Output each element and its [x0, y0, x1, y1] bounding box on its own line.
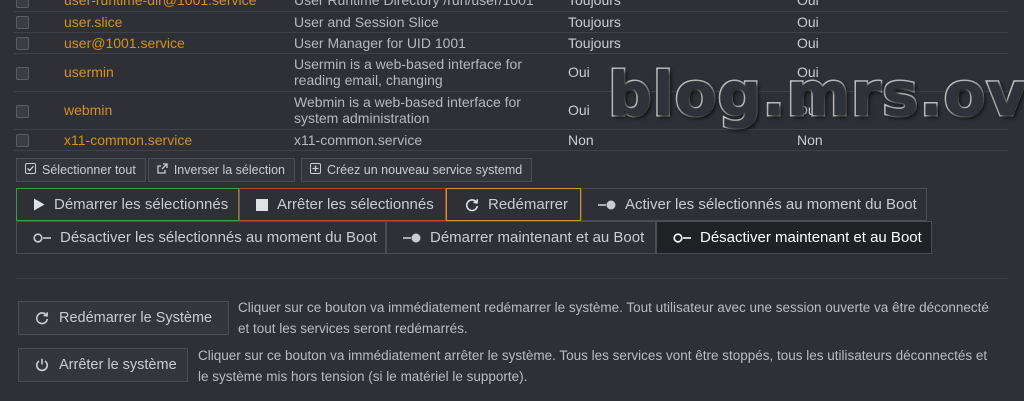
systemd-services-page: user-runtime-dir@1001.service User Runti…: [0, 0, 1024, 401]
table-row: user@1001.service User Manager for UID 1…: [14, 32, 1008, 54]
watermark-text: blog.mrs.ovh: [607, 58, 1024, 131]
start-selected-label: Démarrer les sélectionnés: [54, 196, 229, 213]
start-selected-button[interactable]: Démarrer les sélectionnés: [16, 188, 239, 221]
service-boot-status: Non: [568, 129, 797, 151]
refresh-icon: [465, 198, 479, 212]
shutdown-system-label: Arrêter le système: [59, 357, 177, 373]
check-square-icon: [25, 163, 36, 177]
create-service-label: Créez un nouveau service systemd: [326, 163, 523, 177]
service-boot-status: Toujours: [568, 11, 797, 33]
stop-selected-label: Arrêter les sélectionnés: [277, 196, 434, 213]
toggle-on-icon: [403, 233, 421, 243]
share-square-icon: [157, 163, 168, 177]
shutdown-system-button[interactable]: Arrêter le système: [18, 348, 188, 382]
service-description: x11-common.service: [294, 129, 568, 151]
disable-now-boot-button[interactable]: Désactiver maintenant et au Boot: [656, 221, 932, 254]
enable-boot-label: Activer les sélectionnés au moment du Bo…: [625, 196, 917, 213]
service-boot-status: Toujours: [568, 0, 797, 12]
row-checkbox[interactable]: [16, 134, 29, 148]
stop-icon: [256, 198, 268, 211]
table-row: x11-common.service x11-common.service No…: [14, 129, 1008, 151]
disable-boot-label: Désactiver les sélectionnés au moment du…: [60, 229, 377, 246]
restart-label: Redémarrer: [488, 196, 569, 213]
power-icon: [35, 358, 49, 372]
section-divider: [16, 278, 1008, 279]
service-name-link[interactable]: user-runtime-dir@1001.service: [52, 0, 294, 12]
disable-now-boot-label: Désactiver maintenant et au Boot: [700, 229, 922, 246]
service-running-status: Non: [797, 129, 1008, 151]
select-all-label: Sélectionner tout: [42, 163, 136, 177]
service-boot-status: Toujours: [568, 32, 797, 54]
service-name-link[interactable]: user@1001.service: [52, 32, 294, 54]
service-description: Webmin is a web-based interface for syst…: [294, 91, 568, 130]
start-now-boot-label: Démarrer maintenant et au Boot: [430, 229, 645, 246]
reboot-system-button[interactable]: Redémarrer le Système: [18, 301, 229, 335]
start-now-boot-button[interactable]: Démarrer maintenant et au Boot: [386, 221, 656, 254]
service-description: User Manager for UID 1001: [294, 32, 568, 54]
service-name-link[interactable]: user.slice: [52, 11, 294, 33]
reboot-system-label: Redémarrer le Système: [59, 310, 213, 326]
toggle-off-icon: [33, 232, 51, 243]
service-running-status: Oui: [797, 0, 1008, 12]
restart-button[interactable]: Redémarrer: [446, 188, 581, 221]
disable-boot-button[interactable]: Désactiver les sélectionnés au moment du…: [16, 221, 386, 254]
table-row: user-runtime-dir@1001.service User Runti…: [14, 0, 1008, 12]
invert-selection-label: Inverser la sélection: [173, 163, 285, 177]
service-description: User Runtime Directory /run/user/1001: [294, 0, 568, 12]
service-description: User and Session Slice: [294, 11, 568, 33]
select-all-button[interactable]: Sélectionner tout: [16, 158, 146, 182]
enable-boot-button[interactable]: Activer les sélectionnés au moment du Bo…: [581, 188, 927, 221]
play-icon: [33, 198, 45, 211]
service-name-link[interactable]: usermin: [52, 53, 294, 92]
service-running-status: Oui: [797, 32, 1008, 54]
service-description: Usermin is a web-based interface for rea…: [294, 53, 568, 92]
service-name-link[interactable]: webmin: [52, 91, 294, 130]
refresh-icon: [35, 311, 49, 325]
row-checkbox[interactable]: [16, 0, 29, 9]
service-name-link[interactable]: x11-common.service: [52, 129, 294, 151]
stop-selected-button[interactable]: Arrêter les sélectionnés: [239, 188, 446, 221]
toggle-off-icon: [673, 232, 691, 243]
reboot-description: Cliquer sur ce bouton va immédiatement r…: [238, 300, 989, 336]
selection-toolbar: Sélectionner tout Inverser la sélection …: [16, 158, 533, 182]
row-checkbox[interactable]: [16, 104, 29, 118]
create-service-button[interactable]: Créez un nouveau service systemd: [300, 158, 533, 182]
row-checkbox[interactable]: [16, 37, 29, 51]
toggle-on-icon: [598, 200, 616, 210]
plus-square-icon: [309, 163, 321, 177]
row-checkbox[interactable]: [16, 16, 29, 30]
service-running-status: Oui: [797, 11, 1008, 33]
table-row: user.slice User and Session Slice Toujou…: [14, 11, 1008, 33]
invert-selection-button[interactable]: Inverser la sélection: [147, 158, 295, 182]
shutdown-description: Cliquer sur ce bouton va immédiatement a…: [198, 348, 988, 384]
row-checkbox[interactable]: [16, 66, 29, 80]
